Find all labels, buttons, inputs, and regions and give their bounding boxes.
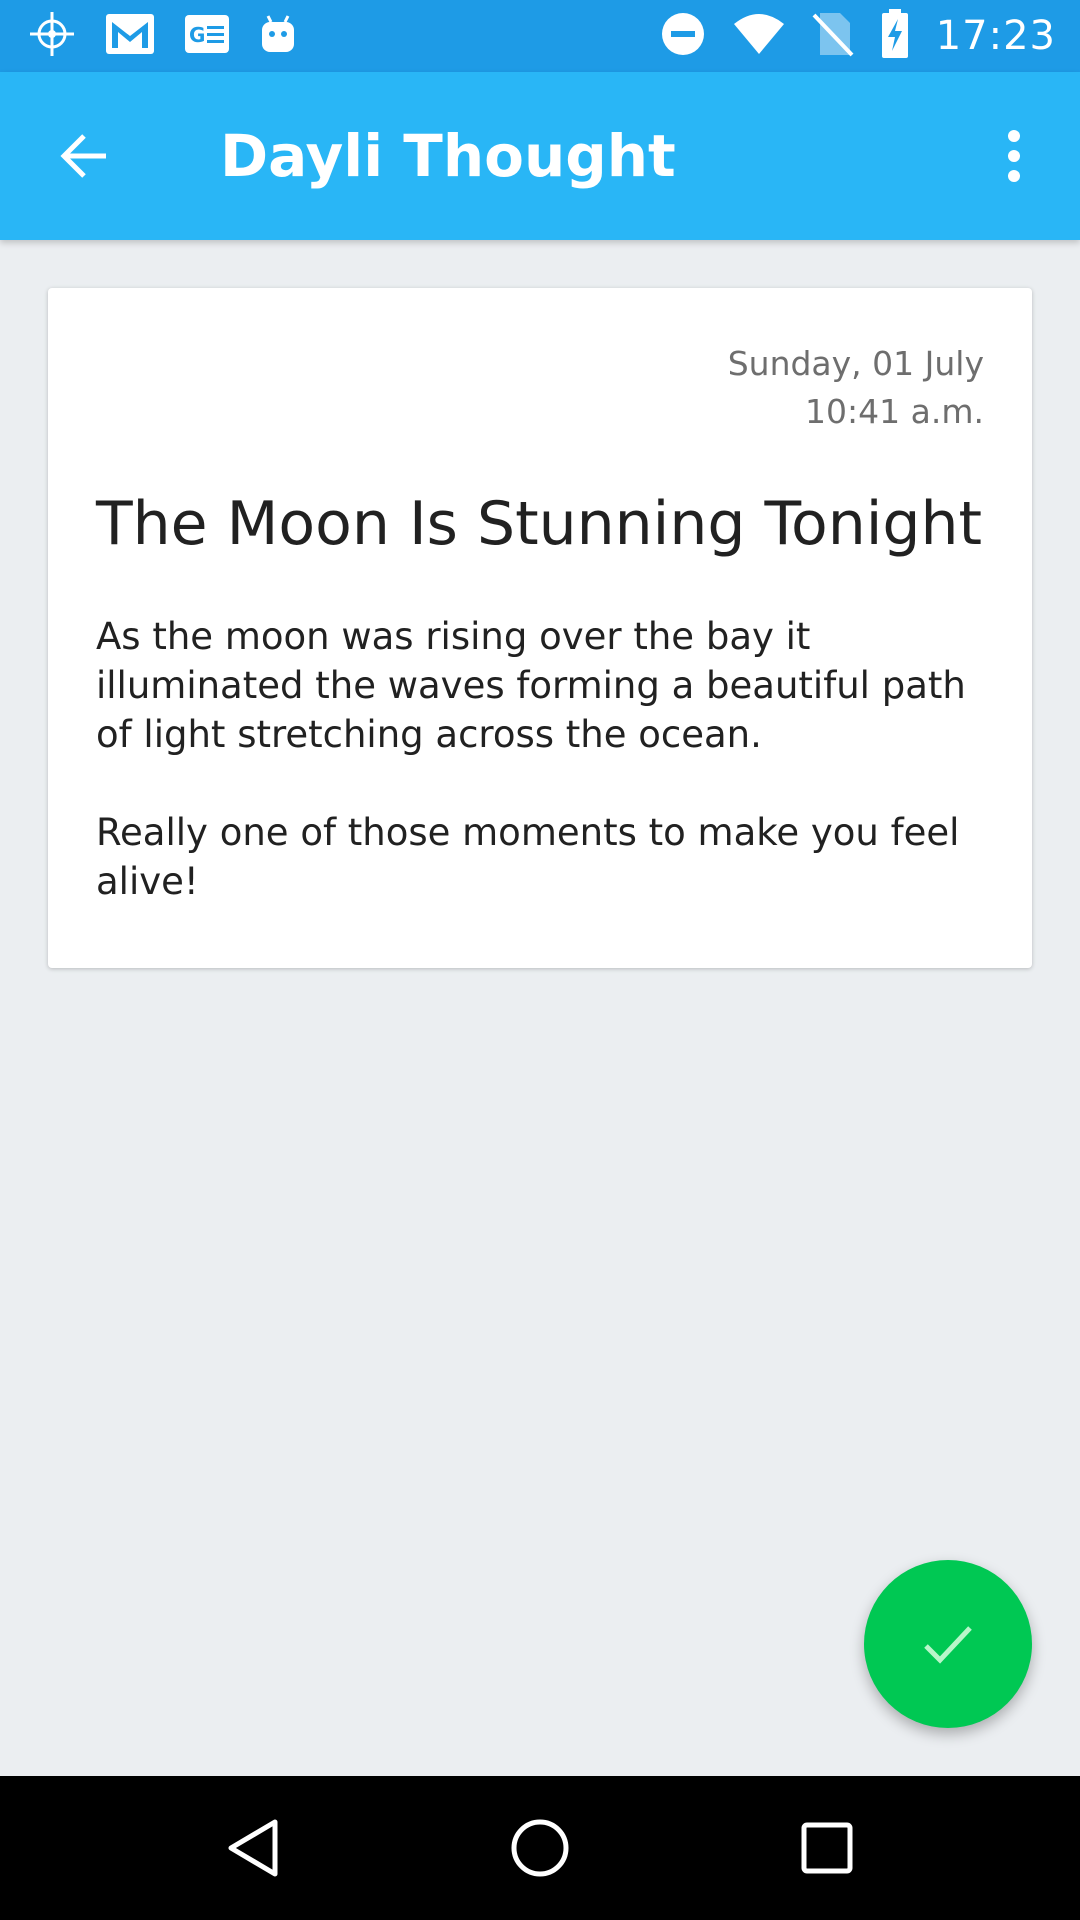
entry-paragraph: Really one of those moments to make you … — [96, 811, 960, 903]
back-button[interactable] — [36, 108, 132, 204]
entry-time: 10:41 a.m. — [805, 392, 984, 431]
news-icon: G — [184, 14, 230, 59]
no-sim-icon — [812, 11, 854, 62]
status-bar: G 17:23 — [0, 0, 1080, 72]
nav-home-button[interactable] — [480, 1788, 600, 1908]
entry-datetime: Sunday, 01 July 10:41 a.m. — [96, 340, 984, 436]
gmail-icon — [104, 12, 156, 61]
status-clock: 17:23 — [935, 13, 1056, 59]
overflow-menu-button[interactable] — [982, 108, 1046, 204]
status-notification-icons: G — [28, 10, 326, 63]
do-not-disturb-icon — [660, 11, 706, 62]
save-fab-button[interactable] — [864, 1560, 1032, 1728]
home-circle-icon — [511, 1819, 569, 1877]
nav-back-button[interactable] — [193, 1788, 313, 1908]
status-system-icons: 17:23 — [634, 8, 1056, 64]
page-title: Dayli Thought — [220, 122, 676, 190]
crosshair-icon — [28, 10, 76, 63]
entry-body: As the moon was rising over the bay it i… — [96, 612, 984, 906]
entry-paragraph: As the moon was rising over the bay it i… — [96, 615, 966, 756]
svg-text:G: G — [189, 23, 205, 47]
arrow-back-icon — [60, 134, 106, 178]
journal-entry-card[interactable]: Sunday, 01 July 10:41 a.m. The Moon Is S… — [48, 288, 1032, 968]
app-bar: Dayli Thought — [0, 72, 1080, 240]
entry-date: Sunday, 01 July — [727, 344, 984, 383]
entry-title: The Moon Is Stunning Tonight — [96, 489, 983, 559]
recents-square-icon — [801, 1822, 853, 1874]
system-navigation-bar — [0, 1776, 1080, 1920]
back-triangle-icon — [228, 1819, 278, 1877]
android-icon — [258, 12, 298, 61]
wifi-icon — [732, 12, 786, 61]
battery-charging-icon — [880, 8, 910, 64]
nav-recents-button[interactable] — [767, 1788, 887, 1908]
check-icon — [924, 1626, 972, 1664]
more-vert-icon — [1008, 130, 1020, 182]
